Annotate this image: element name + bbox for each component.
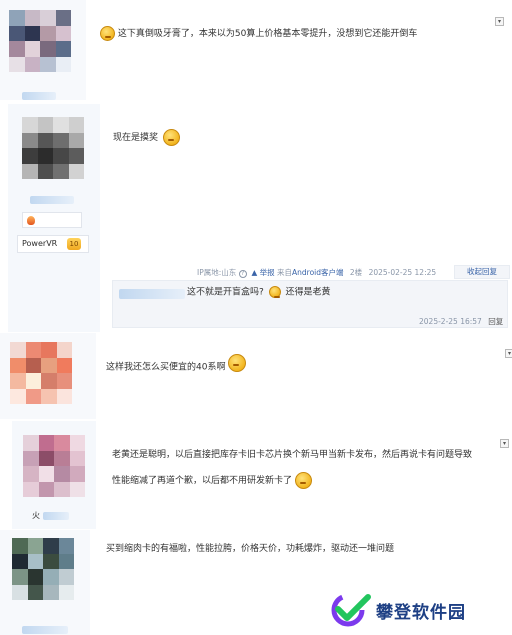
collapse-replies-button[interactable]: 收起回复 (454, 265, 510, 279)
emoji-icon (100, 26, 115, 41)
report-link[interactable]: 举报 (260, 268, 275, 277)
post-line-1: 老黄还是聪明，以后直接把库存卡旧卡芯片换个新马甲当新卡发布，然后再说卡有问题导致 (112, 450, 473, 460)
username[interactable]: 火 (32, 510, 69, 521)
post-1: 这下真倒吸牙膏了，本来以为50算上价格基本零提升，没想到它还能开倒车 ▾ (0, 0, 512, 100)
post-3: 这样我还怎么买便宜的40系啊 ▾ (0, 333, 512, 419)
reply-box: 这不就是开盲盒吗? 还得是老黄 2025-2-25 16:57 回复 (112, 280, 508, 328)
reply-username[interactable] (119, 289, 185, 299)
level-name: PowerVR (22, 239, 58, 248)
post-line-2: 性能缩减了再道个歉，以后都不用研发新卡了 (112, 468, 472, 494)
post-message: 这样我还怎么买便宜的40系啊 (106, 354, 247, 376)
warning-icon: ▲ (251, 268, 258, 277)
post-message: 买到缩肉卡的有福啦，性能拉胯，价格天价，功耗爆炸，驱动还一堆问题 (106, 544, 395, 554)
avatar[interactable] (9, 10, 71, 72)
watermark-text: 攀登软件园 (376, 603, 466, 623)
reply-datetime: 2025-2-25 16:57 回复 (419, 317, 504, 326)
username[interactable] (22, 92, 56, 100)
level-number: 10 (67, 238, 81, 250)
help-icon[interactable]: ? (238, 270, 247, 278)
post-message: 这下真倒吸牙膏了，本来以为50算上价格基本零提升，没想到它还能开倒车 (100, 26, 417, 41)
client-link[interactable]: Android客户端 (292, 268, 344, 277)
post-message: 现在是摸奖 (113, 129, 180, 146)
emoji-icon (162, 129, 180, 146)
floor-number: 2楼 (349, 268, 363, 277)
emoji-icon (228, 354, 247, 372)
dropdown-arrow-icon[interactable]: ▾ (505, 349, 512, 358)
level-badge[interactable]: PowerVR 10 (17, 235, 89, 253)
emoji-icon (268, 286, 281, 298)
watermark-logo (330, 592, 374, 628)
username[interactable] (30, 196, 74, 204)
post-4: 火 老黄还是聪明，以后直接把库存卡旧卡芯片换个新马甲当新卡发布，然后再说卡有问题… (0, 421, 512, 529)
avatar[interactable] (12, 538, 74, 600)
post-meta: IP属地:山东 ? ▲ 举报 来自Android客户端 2楼 2025-02-2… (197, 268, 437, 278)
dropdown-arrow-icon[interactable]: ▾ (495, 17, 504, 26)
username[interactable] (22, 626, 68, 634)
avatar[interactable] (10, 342, 72, 404)
post-message: 老黄还是聪明，以后直接把库存卡旧卡芯片换个新马甲当新卡发布，然后再说卡有问题导致… (112, 442, 472, 494)
reply-message: 这不就是开盲盒吗? 还得是老黄 (187, 286, 331, 298)
avatar[interactable] (22, 117, 84, 179)
fire-icon (27, 216, 35, 225)
post-5: 买到缩肉卡的有福啦，性能拉胯，价格天价，功耗爆炸，驱动还一堆问题 攀登软件园 (0, 530, 512, 635)
medal-badge[interactable] (22, 212, 82, 228)
post-2: PowerVR 10 现在是摸奖 IP属地:山东 ? ▲ 举报 来自Androi… (0, 104, 512, 332)
reply-link[interactable]: 回复 (488, 317, 503, 326)
checkmark-logo-icon (331, 593, 371, 627)
emoji-icon (294, 472, 312, 489)
post-datetime: 2025-02-25 12:25 (368, 268, 437, 277)
avatar[interactable] (23, 435, 85, 497)
dropdown-arrow-icon[interactable]: ▾ (500, 439, 509, 448)
